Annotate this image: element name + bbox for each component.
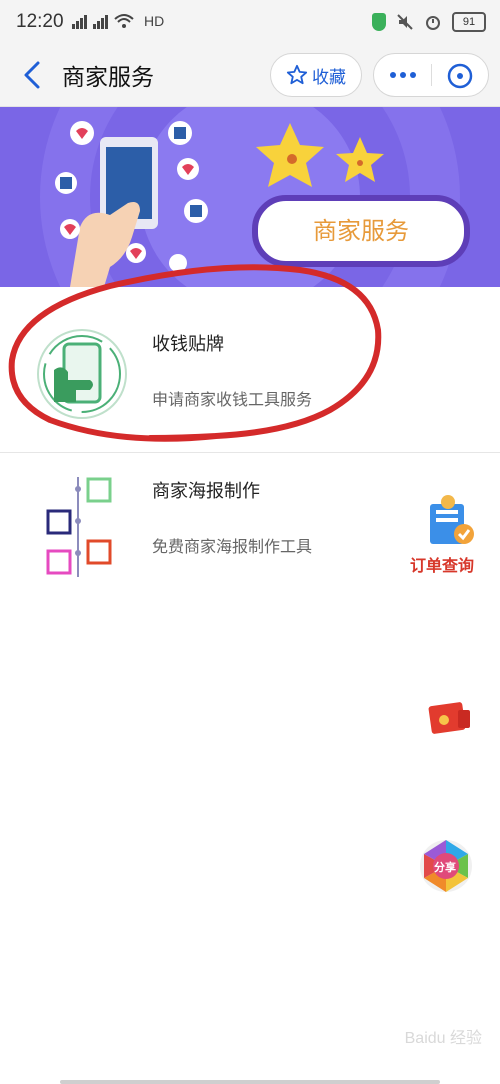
signal-icon [72,13,87,29]
capsule-divider [431,64,432,86]
nav-header: 商家服务 收藏 [0,44,500,107]
poster-icon [46,477,112,577]
home-indicator [60,1080,440,1084]
wifi-icon [114,14,134,28]
order-query-label[interactable]: 订单查询 [410,552,474,576]
status-bar: 12:20 HD 91 [0,0,500,44]
alarm-icon [426,16,440,30]
battery-icon: 91 [452,12,486,32]
status-right: 91 [372,12,486,32]
order-query-icon [430,495,474,544]
signal-icon-2 [93,13,108,29]
share-label: 分享 [434,861,456,874]
item-desc: 免费商家海报制作工具 [152,537,313,556]
annotation-circle [8,264,382,442]
banner-title: 商家服务 [252,195,470,267]
shield-icon [372,13,386,31]
back-icon[interactable] [20,60,44,90]
network-type: HD [144,13,165,29]
mute-icon [397,14,413,30]
item-title: 商家海报制作 [152,481,260,502]
star-icon [286,64,308,85]
status-time: 12:20 [16,11,64,32]
page-title: 商家服务 [62,65,154,91]
more-icon[interactable] [390,72,416,78]
watermark: Baidu 经验 [404,1030,482,1047]
red-envelope-button[interactable] [424,694,474,744]
favorite-button[interactable]: 收藏 [270,53,362,97]
mini-program-capsule [373,53,489,97]
close-circle-icon[interactable] [446,62,474,90]
red-envelope-icon [428,702,470,734]
favorite-label: 收藏 [312,67,346,88]
share-button[interactable]: 分享 [416,836,476,896]
status-signals: HD [72,13,164,29]
